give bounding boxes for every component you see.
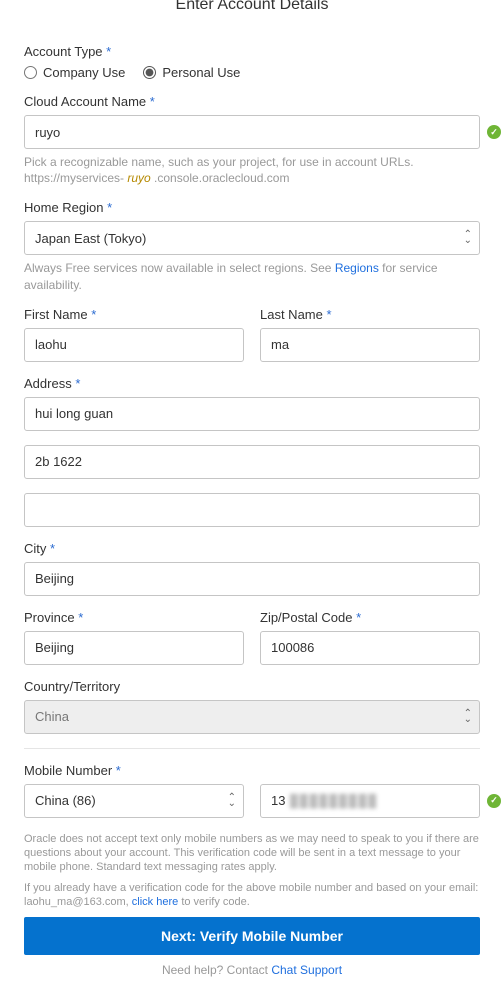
country-field: Country/Territory (24, 679, 480, 734)
label-text: Zip/Postal Code (260, 610, 353, 625)
last-name-input[interactable] (260, 328, 480, 362)
click-here-link[interactable]: click here (132, 896, 178, 908)
home-region-label: Home Region * (24, 200, 480, 215)
first-name-field: First Name * (24, 307, 244, 362)
city-input[interactable] (24, 562, 480, 596)
radio-company-label: Company Use (43, 65, 125, 80)
account-type-field: Account Type * Company Use Personal Use (24, 44, 480, 80)
checkmark-icon (487, 794, 501, 808)
radio-company-input[interactable] (24, 66, 37, 79)
city-label: City * (24, 541, 480, 556)
province-input[interactable] (24, 631, 244, 665)
country-label: Country/Territory (24, 679, 480, 694)
label-text: City (24, 541, 46, 556)
first-name-label: First Name * (24, 307, 244, 322)
province-label: Province * (24, 610, 244, 625)
zip-input[interactable] (260, 631, 480, 665)
cloud-account-name-input[interactable] (24, 115, 480, 149)
cloud-account-name-field: Cloud Account Name * Pick a recognizable… (24, 94, 480, 186)
label-text: Address (24, 376, 72, 391)
mobile-number-field: Mobile Number * █████████ (24, 763, 480, 818)
radio-personal-input[interactable] (143, 66, 156, 79)
home-region-field: Home Region * Always Free services now a… (24, 200, 480, 292)
mobile-country-code-select[interactable] (24, 784, 244, 818)
radio-company-use[interactable]: Company Use (24, 65, 125, 80)
cloud-account-helper: Pick a recognizable name, such as your p… (24, 154, 480, 186)
footer-pre: Need help? Contact (162, 963, 271, 977)
page-title: Enter Account Details (24, 0, 480, 14)
label-text: Account Type (24, 44, 103, 59)
city-field: City * (24, 541, 480, 596)
notice2-post: to verify code. (178, 896, 250, 908)
province-field: Province * (24, 610, 244, 665)
label-text: Mobile Number (24, 763, 112, 778)
radio-personal-use[interactable]: Personal Use (143, 65, 240, 80)
country-select (24, 700, 480, 734)
next-verify-button[interactable]: Next: Verify Mobile Number (24, 917, 480, 955)
zip-field: Zip/Postal Code * (260, 610, 480, 665)
mobile-notice-1: Oracle does not accept text only mobile … (24, 832, 480, 875)
address-line2-input[interactable] (24, 445, 480, 479)
mobile-number-label: Mobile Number * (24, 763, 480, 778)
label-text: Province (24, 610, 75, 625)
helper-em: ruyo (127, 171, 150, 185)
address-line3-input[interactable] (24, 493, 480, 527)
footer-help: Need help? Contact Chat Support (24, 963, 480, 977)
address-label: Address * (24, 376, 480, 391)
label-text: Last Name (260, 307, 323, 322)
cloud-account-name-label: Cloud Account Name * (24, 94, 480, 109)
last-name-label: Last Name * (260, 307, 480, 322)
home-region-select[interactable] (24, 221, 480, 255)
checkmark-icon (487, 125, 501, 139)
mobile-notice-2: If you already have a verification code … (24, 881, 480, 910)
address-line1-input[interactable] (24, 397, 480, 431)
notice2-pre: If you already have a verification code … (24, 882, 478, 908)
divider (24, 748, 480, 749)
label-text: Home Region (24, 200, 104, 215)
helper-pre: Always Free services now available in se… (24, 261, 335, 275)
helper-post: .console.oraclecloud.com (151, 171, 290, 185)
zip-label: Zip/Postal Code * (260, 610, 480, 625)
address-field: Address * (24, 376, 480, 527)
chat-support-link[interactable]: Chat Support (271, 963, 342, 977)
label-text: First Name (24, 307, 88, 322)
last-name-field: Last Name * (260, 307, 480, 362)
first-name-input[interactable] (24, 328, 244, 362)
home-region-helper: Always Free services now available in se… (24, 260, 480, 292)
radio-personal-label: Personal Use (162, 65, 240, 80)
masked-digits: █████████ (290, 793, 378, 808)
account-type-label: Account Type * (24, 44, 480, 59)
regions-link[interactable]: Regions (335, 261, 379, 275)
label-text: Cloud Account Name (24, 94, 146, 109)
